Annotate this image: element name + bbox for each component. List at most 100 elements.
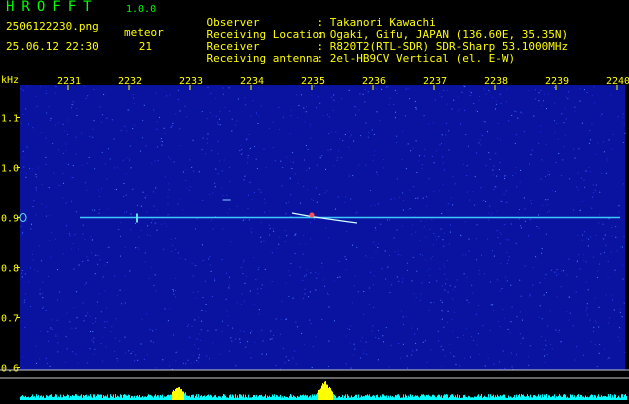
level-bar bbox=[373, 395, 374, 400]
noise-dot bbox=[341, 98, 342, 100]
noise-dot bbox=[41, 203, 43, 205]
noise-dot bbox=[545, 143, 547, 145]
level-bar bbox=[519, 394, 520, 400]
noise-dot bbox=[324, 192, 326, 194]
noise-dot bbox=[101, 152, 103, 153]
level-bar bbox=[605, 396, 606, 400]
noise-dot bbox=[441, 310, 443, 312]
noise-dot bbox=[475, 109, 477, 111]
level-bar bbox=[480, 395, 481, 400]
noise-dot bbox=[86, 162, 88, 164]
noise-dot bbox=[190, 186, 192, 188]
noise-dot bbox=[311, 366, 312, 368]
noise-dot bbox=[478, 100, 480, 102]
noise-dot bbox=[45, 357, 47, 359]
level-bar bbox=[367, 394, 368, 400]
level-bar bbox=[302, 395, 303, 400]
level-bar bbox=[491, 396, 492, 400]
level-bar bbox=[184, 393, 185, 400]
noise-dot bbox=[523, 131, 525, 133]
noise-dot bbox=[45, 90, 47, 92]
noise-dot bbox=[26, 146, 28, 148]
noise-dot bbox=[383, 341, 384, 343]
noise-dot bbox=[566, 274, 568, 276]
level-bar bbox=[582, 396, 583, 400]
level-bar bbox=[196, 394, 197, 400]
noise-dot bbox=[45, 164, 47, 165]
noise-dot bbox=[149, 329, 151, 331]
noise-dot bbox=[438, 236, 440, 238]
noise-dot bbox=[95, 317, 97, 319]
level-bar bbox=[118, 396, 119, 400]
noise-dot bbox=[236, 120, 238, 122]
noise-dot bbox=[512, 175, 514, 177]
noise-dot bbox=[499, 243, 501, 245]
noise-dot bbox=[610, 251, 612, 253]
noise-dot bbox=[485, 165, 487, 167]
noise-dot bbox=[485, 93, 487, 95]
noise-dot bbox=[57, 342, 59, 344]
level-bar bbox=[475, 396, 476, 400]
level-bar bbox=[155, 394, 156, 400]
level-bar bbox=[354, 396, 355, 400]
level-bar bbox=[181, 389, 182, 400]
noise-dot bbox=[280, 319, 282, 321]
noise-dot bbox=[520, 225, 522, 227]
level-bar bbox=[559, 394, 560, 400]
noise-dot bbox=[510, 352, 512, 354]
noise-dot bbox=[382, 167, 384, 169]
noise-dot bbox=[290, 109, 292, 111]
noise-dot bbox=[258, 266, 260, 268]
noise-dot bbox=[273, 228, 274, 230]
noise-dot bbox=[169, 308, 171, 310]
noise-dot bbox=[23, 166, 25, 168]
time-tick-label: 2235 bbox=[301, 76, 325, 87]
noise-dot bbox=[175, 113, 177, 115]
noise-dot bbox=[33, 200, 35, 202]
noise-dot bbox=[272, 147, 274, 149]
noise-dot bbox=[279, 236, 281, 238]
level-bar bbox=[300, 394, 301, 400]
noise-dot bbox=[461, 91, 463, 93]
noise-dot bbox=[245, 346, 247, 348]
noise-dot bbox=[466, 276, 468, 278]
level-bar bbox=[526, 396, 527, 400]
level-bar bbox=[239, 394, 240, 400]
level-bar bbox=[386, 395, 387, 400]
noise-dot bbox=[185, 169, 187, 171]
level-bar bbox=[612, 395, 613, 400]
noise-dot bbox=[621, 246, 623, 248]
noise-dot bbox=[373, 275, 375, 277]
noise-dot bbox=[603, 151, 605, 153]
level-bar bbox=[528, 396, 529, 400]
noise-dot bbox=[333, 99, 335, 101]
noise-dot bbox=[602, 223, 604, 225]
noise-dot bbox=[592, 196, 594, 198]
noise-dot bbox=[123, 183, 125, 184]
noise-dot bbox=[147, 225, 149, 227]
noise-dot bbox=[574, 106, 576, 108]
noise-dot bbox=[518, 218, 520, 220]
level-bar bbox=[309, 396, 310, 400]
noise-dot bbox=[119, 289, 121, 291]
noise-dot bbox=[191, 263, 193, 265]
noise-dot bbox=[326, 190, 328, 192]
level-bar bbox=[361, 395, 362, 400]
level-bar bbox=[33, 396, 34, 400]
noise-dot bbox=[535, 98, 537, 100]
noise-dot bbox=[247, 157, 249, 159]
level-bar bbox=[101, 394, 102, 400]
noise-dot bbox=[151, 266, 153, 268]
noise-dot bbox=[142, 120, 144, 122]
noise-dot bbox=[348, 146, 350, 148]
freq-tick-label: 0.6 bbox=[1, 364, 19, 375]
noise-dot bbox=[497, 279, 499, 281]
time-tick-label: 2240 bbox=[606, 76, 629, 87]
noise-dot bbox=[481, 134, 483, 136]
level-bar bbox=[455, 395, 456, 400]
noise-dot bbox=[456, 279, 458, 281]
level-bar bbox=[137, 395, 138, 400]
noise-dot bbox=[476, 259, 478, 261]
noise-dot bbox=[581, 239, 583, 241]
noise-dot bbox=[122, 159, 124, 161]
